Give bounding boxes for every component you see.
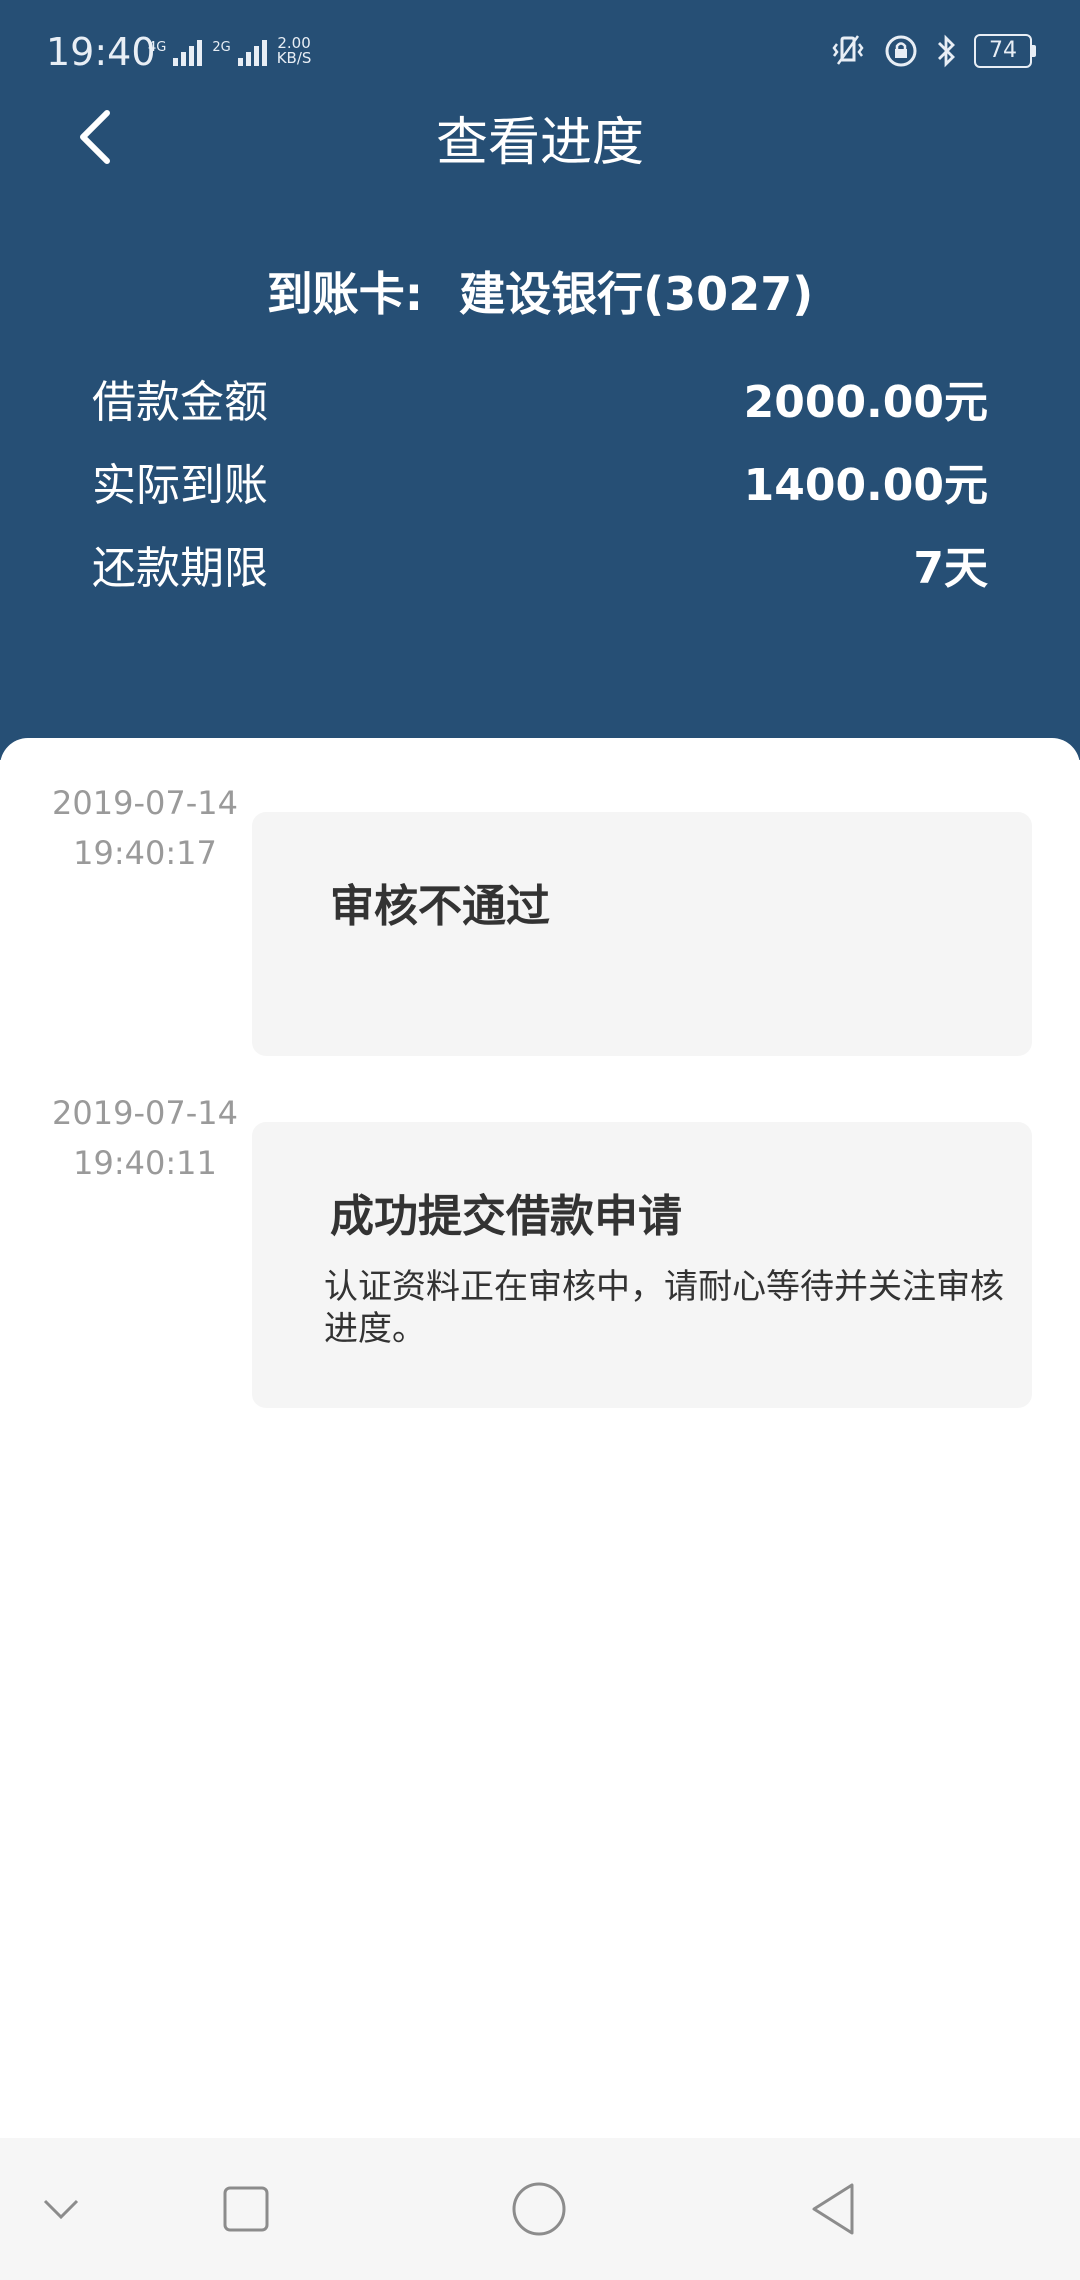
timeline-title: 审核不通过 [330, 881, 550, 932]
nav-back-button[interactable] [798, 2174, 868, 2244]
circle-icon [512, 2182, 566, 2236]
info-label: 实际到账 [92, 460, 268, 511]
signal-2g-icon: 2G [212, 40, 267, 66]
timeline-time: 19:40:17 [73, 834, 217, 872]
receiving-card: 到账卡: 建设银行(3027) [0, 258, 1080, 324]
timeline-card: 成功提交借款申请 认证资料正在审核中，请耐心等待并关注审核进度。 [252, 1122, 1032, 1408]
signal-4g-icon: 4G [148, 40, 203, 66]
info-value: 2000.00元 [743, 377, 988, 428]
timeline-date: 2019-07-14 [52, 784, 238, 822]
timeline-description: 认证资料正在审核中，请耐心等待并关注审核进度。 [324, 1267, 1004, 1349]
info-value: 1400.00元 [743, 460, 988, 511]
info-row-repay-term: 还款期限 7天 [92, 534, 988, 594]
info-label: 借款金额 [92, 377, 268, 428]
bluetooth-icon [938, 34, 955, 68]
network-speed: 2.00 KB/S [277, 36, 312, 66]
rotation-lock-icon [885, 35, 917, 67]
timeline-panel: 2019-07-14 19:40:17 审核不通过 2019-07-14 19:… [0, 738, 1080, 2138]
nav-recent-apps-button[interactable] [211, 2174, 281, 2244]
info-row-actual-received: 实际到账 1400.00元 [92, 451, 988, 511]
vibrate-icon [832, 35, 864, 65]
signal-4g-label: 4G [148, 40, 167, 55]
status-icons: 74 [828, 34, 1036, 68]
progress-header: 19:40 4G 2G 2.00 KB/S 74 查看进度 到账卡: 建设银行(… [0, 0, 1080, 760]
triangle-back-icon [812, 2183, 854, 2235]
receiving-card-label: 到账卡: [266, 267, 424, 321]
status-time: 19:40 [46, 30, 156, 74]
title-bar: 查看进度 [0, 90, 1080, 180]
info-label: 还款期限 [92, 543, 268, 594]
square-icon [223, 2186, 269, 2232]
signal-2g-label: 2G [212, 40, 231, 55]
timeline-time: 19:40:11 [73, 1144, 217, 1182]
timeline-timestamp: 2019-07-14 19:40:17 [30, 778, 260, 878]
timeline-title: 成功提交借款申请 [330, 1191, 682, 1242]
network-speed-unit: KB/S [276, 49, 312, 67]
info-value: 7天 [913, 543, 988, 594]
nav-home-button[interactable] [504, 2174, 574, 2244]
chevron-down-icon [43, 2199, 79, 2220]
battery-icon: 74 [974, 34, 1036, 68]
info-row-loan-amount: 借款金额 2000.00元 [92, 368, 988, 428]
system-navigation-bar [0, 2138, 1080, 2280]
timeline-timestamp: 2019-07-14 19:40:11 [30, 1088, 260, 1188]
page-title: 查看进度 [435, 113, 644, 173]
receiving-card-value: 建设银行(3027) [459, 267, 814, 321]
timeline-date: 2019-07-14 [52, 1094, 238, 1132]
signal-indicators: 4G 2G 2.00 KB/S [148, 36, 311, 66]
app-screen: 19:40 4G 2G 2.00 KB/S 74 查看进度 到账卡: 建设银行(… [0, 0, 1080, 2280]
timeline-card: 审核不通过 [252, 812, 1032, 1056]
nav-collapse-button[interactable] [26, 2174, 96, 2244]
